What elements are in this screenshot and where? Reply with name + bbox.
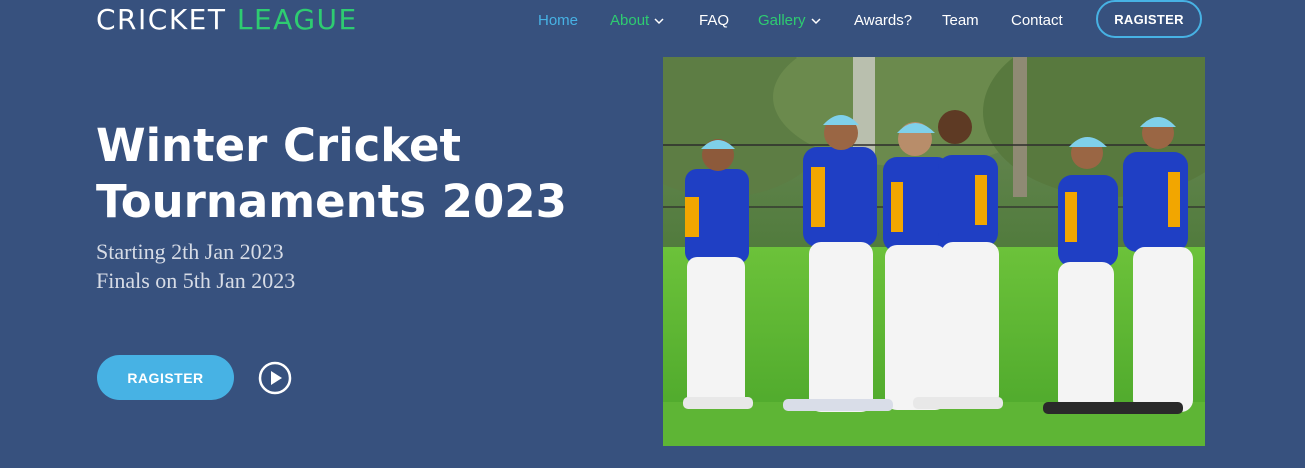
hero-title-line2: Tournaments 2023 bbox=[96, 175, 567, 228]
hero-title: Winter Cricket Tournaments 2023 bbox=[96, 118, 616, 230]
logo-text-cricket: CRICKET bbox=[96, 3, 227, 36]
play-video-button[interactable] bbox=[258, 361, 292, 395]
nav-home[interactable]: Home bbox=[538, 12, 578, 30]
nav-team-label: Team bbox=[942, 12, 979, 29]
chevron-down-icon bbox=[810, 16, 821, 26]
cricket-team-photo bbox=[663, 57, 1205, 446]
register-button-hero-label: RAGISTER bbox=[127, 369, 204, 386]
register-button-header-label: RAGISTER bbox=[1114, 11, 1184, 27]
register-button-hero[interactable]: RAGISTER bbox=[97, 355, 234, 400]
hero-image bbox=[663, 57, 1205, 446]
nav-awards-label: Awards? bbox=[854, 12, 913, 29]
register-button-header[interactable]: RAGISTER bbox=[1096, 0, 1202, 38]
nav-faq-label: FAQ bbox=[699, 12, 730, 29]
play-circle-icon bbox=[258, 361, 292, 395]
chevron-down-icon bbox=[654, 16, 664, 26]
nav-gallery-label: Gallery bbox=[758, 12, 806, 29]
nav-team[interactable]: Team bbox=[942, 12, 979, 30]
hero-finals-date: Finals on 5th Jan 2023 bbox=[96, 268, 296, 293]
logo-text-league: LEAGUE bbox=[236, 3, 358, 36]
nav-about-label: About bbox=[610, 12, 650, 29]
nav-faq[interactable]: FAQ bbox=[699, 12, 729, 30]
site-logo[interactable]: CRICKET LEAGUE bbox=[96, 4, 358, 36]
hero-start-date: Starting 2th Jan 2023 bbox=[96, 239, 284, 264]
nav-about[interactable]: About bbox=[610, 12, 664, 30]
nav-contact[interactable]: Contact bbox=[1011, 12, 1063, 30]
nav-contact-label: Contact bbox=[1011, 12, 1063, 29]
site-header: CRICKET LEAGUE Home About FAQ Gallery Aw… bbox=[0, 0, 1305, 44]
hero-title-line1: Winter Cricket bbox=[96, 119, 462, 172]
nav-gallery[interactable]: Gallery bbox=[758, 12, 821, 30]
nav-awards[interactable]: Awards? bbox=[854, 12, 912, 30]
nav-home-label: Home bbox=[538, 12, 579, 29]
